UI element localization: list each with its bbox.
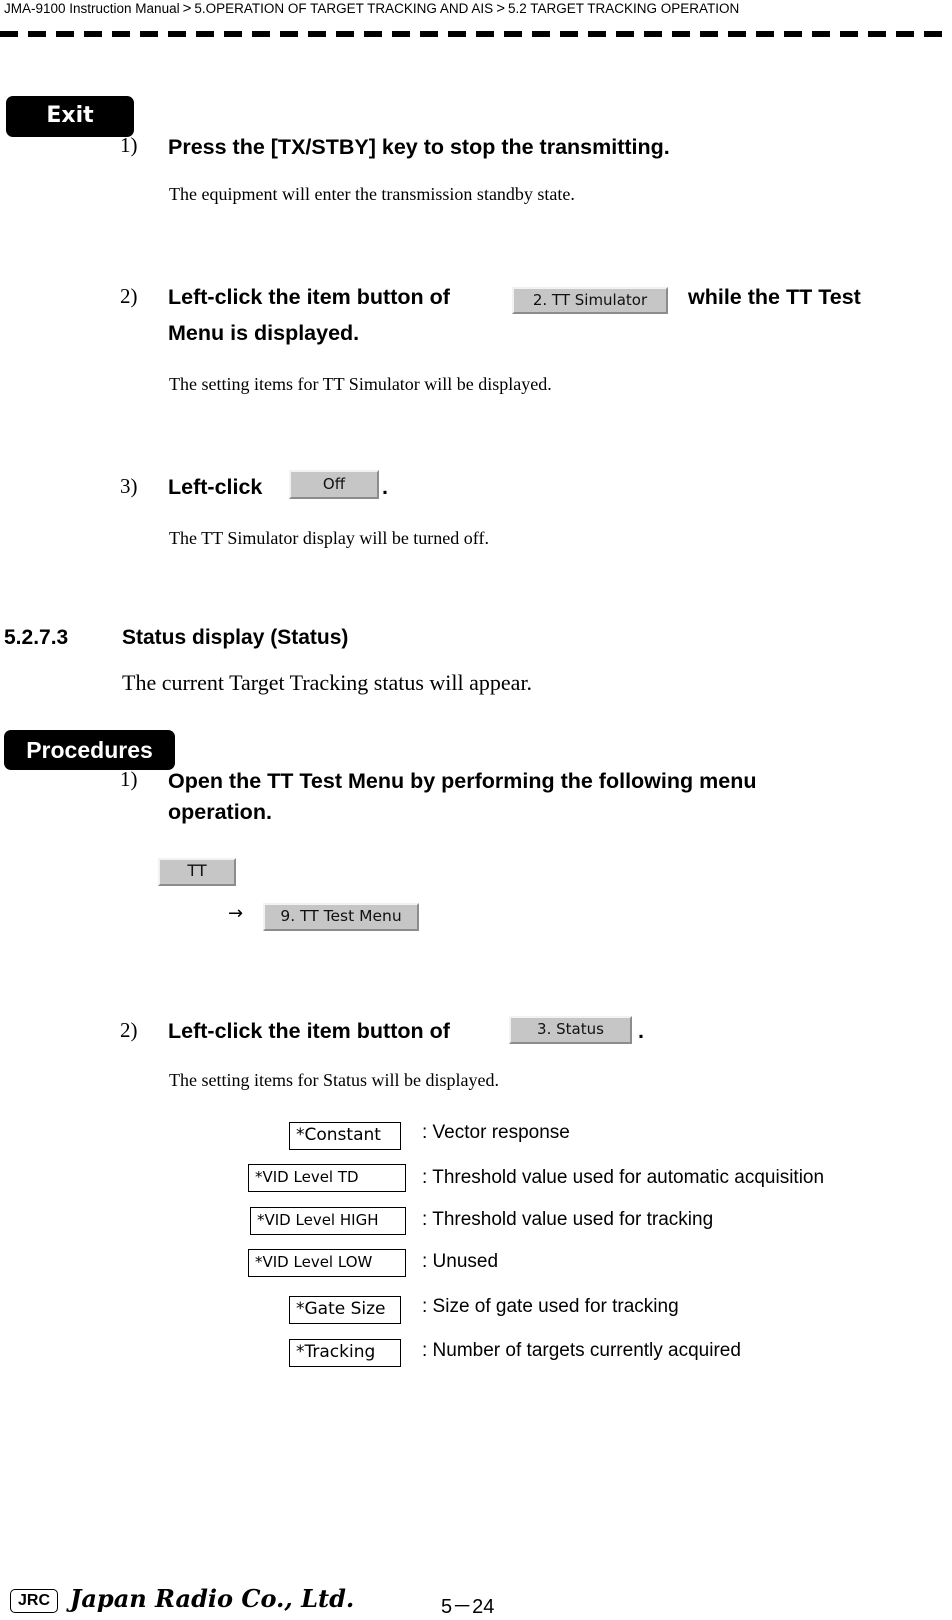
step-number: 2) bbox=[120, 1018, 138, 1042]
section-lead-text: The current Target Tracking status will … bbox=[122, 670, 533, 695]
step-instruction-line2: operation. bbox=[168, 800, 272, 824]
header-dashed-divider bbox=[0, 31, 952, 37]
status-description: : Vector response bbox=[422, 1122, 570, 1143]
status-field-vid-level-high: *VID Level HIGH bbox=[250, 1207, 406, 1235]
status-description: : Size of gate used for tracking bbox=[422, 1296, 679, 1317]
step-number: 2) bbox=[120, 284, 138, 308]
page-number: 5－24 bbox=[441, 1596, 495, 1618]
exit-tag: Exit bbox=[6, 96, 134, 137]
section-number: 5.2.7.3 bbox=[4, 626, 69, 649]
step-instruction-part1: Left-click bbox=[168, 475, 263, 499]
status-field-constant: *Constant bbox=[289, 1122, 401, 1150]
step-instruction-part2: while the TT Test bbox=[688, 285, 861, 309]
breadcrumb-item-manual[interactable]: JMA-9100 Instruction Manual bbox=[4, 1, 180, 16]
status-description: : Unused bbox=[422, 1251, 499, 1272]
arrow-right-icon: → bbox=[228, 903, 244, 924]
procedures-tag: Procedures bbox=[4, 730, 175, 770]
breadcrumb-item-chapter[interactable]: 5.OPERATION OF TARGET TRACKING AND AIS bbox=[194, 1, 493, 16]
step-result: The equipment will enter the transmissio… bbox=[169, 184, 575, 204]
step-instruction-line1: Open the TT Test Menu by performing the … bbox=[168, 769, 757, 793]
jrc-logo-mark: JRC bbox=[10, 1589, 58, 1613]
breadcrumb-separator: > bbox=[496, 0, 505, 17]
company-logo-text: Japan Radio Co., Ltd. bbox=[70, 1584, 355, 1613]
step-number: 1) bbox=[120, 767, 138, 791]
breadcrumb-item-section[interactable]: 5.2 TARGET TRACKING OPERATION bbox=[508, 1, 739, 16]
status-field-tracking: *Tracking bbox=[289, 1339, 401, 1367]
step-instruction-part2: . bbox=[638, 1019, 644, 1043]
step-result: The setting items for TT Simulator will … bbox=[169, 374, 552, 394]
step-instruction: Press the [TX/STBY] key to stop the tran… bbox=[168, 135, 670, 159]
step-result: The TT Simulator display will be turned … bbox=[169, 528, 489, 548]
status-field-gate-size: *Gate Size bbox=[289, 1296, 401, 1324]
step-number: 1) bbox=[120, 133, 138, 157]
section-title: Status display (Status) bbox=[122, 626, 349, 649]
step-number: 3) bbox=[120, 474, 138, 498]
tt-test-menu-button[interactable]: 9. TT Test Menu bbox=[263, 903, 419, 931]
breadcrumb: JMA-9100 Instruction Manual >5.OPERATION … bbox=[4, 0, 739, 17]
status-field-vid-level-low: *VID Level LOW bbox=[248, 1249, 406, 1277]
step-instruction-part2: . bbox=[382, 475, 388, 499]
step-instruction-part1: Left-click the item button of bbox=[168, 1019, 450, 1043]
status-button[interactable]: 3. Status bbox=[509, 1016, 632, 1044]
breadcrumb-separator: > bbox=[182, 0, 192, 17]
tt-simulator-button[interactable]: 2. TT Simulator bbox=[512, 287, 668, 314]
step-result: The setting items for Status will be dis… bbox=[169, 1070, 499, 1090]
status-field-vid-level-td: *VID Level TD bbox=[248, 1164, 406, 1192]
tt-menu-button[interactable]: TT bbox=[158, 858, 236, 886]
off-button[interactable]: Off bbox=[289, 470, 379, 499]
status-description: : Number of targets currently acquired bbox=[422, 1340, 741, 1361]
step-instruction-part1: Left-click the item button of bbox=[168, 285, 450, 309]
step-instruction-line2: Menu is displayed. bbox=[168, 321, 360, 345]
status-description: : Threshold value used for automatic acq… bbox=[422, 1167, 825, 1188]
status-description: : Threshold value used for tracking bbox=[422, 1209, 714, 1230]
